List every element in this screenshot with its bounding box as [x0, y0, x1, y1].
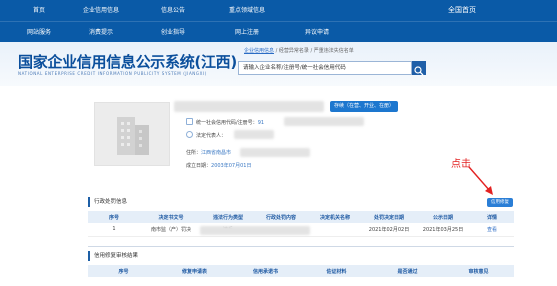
credit-code-row: 统一社会信用代码/注册号：91	[186, 118, 264, 126]
nav-site-services[interactable]: 网站服务	[4, 22, 74, 43]
search-icon	[414, 66, 424, 76]
repair-result-table: 序号 修复申请表 信用承诺书 佐证材料 是否通过 审核意见	[88, 265, 514, 277]
credit-code-value: 91	[257, 120, 265, 126]
status-badge: 存续（在营、开业、在册）	[330, 101, 399, 112]
nav-enterprise-credit[interactable]: 企业信用信息	[66, 0, 136, 21]
col-header: 序号	[88, 211, 140, 223]
nav-announcements[interactable]: 信息公告	[138, 0, 208, 21]
penalty-table-header: 序号 决定书文号 违法行为类型 行政处罚内容 决定机关名称 处罚决定日期 公示日…	[88, 211, 514, 223]
annotation-arrow-icon	[468, 166, 493, 195]
col-header: 详情	[470, 211, 514, 223]
credit-code-label: 统一社会信用代码/注册号：	[196, 120, 258, 126]
col-header: 是否通过	[372, 265, 443, 277]
nav-key-areas[interactable]: 重点领域信息	[212, 0, 282, 21]
established-row: 成立日期：2003年07月01日	[186, 162, 251, 169]
table-cell: 南市监（产）罚决	[140, 223, 202, 237]
penalty-section-title: 行政处罚信息	[88, 197, 127, 207]
address-value: 江西省南昌市	[201, 150, 232, 156]
redacted-legal-rep	[234, 130, 274, 139]
table-cell: 2021年03月25日	[416, 223, 470, 237]
nav-online-registration[interactable]: 网上注册	[212, 22, 282, 43]
search-input[interactable]: 请输入企业名称/注册号/统一社会信用代码	[238, 61, 412, 75]
established-label: 成立日期：	[186, 163, 212, 169]
col-header: 公示日期	[416, 211, 470, 223]
col-header: 审核意见	[443, 265, 514, 277]
nav-national-home[interactable]: 全国首页	[412, 0, 512, 21]
site-title: 国家企业信用信息公示系统(江西)	[18, 53, 237, 71]
site-subtitle: NATIONAL ENTERPRISE CREDIT INFORMATION P…	[18, 71, 207, 76]
breadcrumb-abnormal-list[interactable]: 经营异常名录	[279, 48, 309, 54]
nav-consumer-tips[interactable]: 消费提示	[66, 22, 136, 43]
table-cell: 1	[88, 223, 140, 237]
section-divider	[88, 246, 514, 247]
col-header: 信用承诺书	[230, 265, 301, 277]
repair-result-section-title: 信用修复审核结果	[88, 251, 138, 261]
nav-row-primary: 首页 企业信用信息 信息公告 重点领域信息 全国首页	[0, 0, 557, 21]
person-icon	[186, 131, 193, 138]
breadcrumb: 企业信用信息 / 经营异常名录 / 严重违法失信名单	[244, 47, 354, 54]
col-header: 佐证材料	[301, 265, 372, 277]
legal-rep-row: 法定代表人：	[186, 131, 226, 139]
address-row: 住所：江西省南昌市	[186, 149, 231, 156]
view-details-link[interactable]: 查看	[470, 223, 514, 237]
repair-result-table-header: 序号 修复申请表 信用承诺书 佐证材料 是否通过 审核意见	[88, 265, 514, 277]
col-header: 序号	[88, 265, 159, 277]
building-icon	[117, 117, 149, 155]
credit-repair-button[interactable]: 信用修复	[487, 198, 513, 207]
table-cell: 2021年02月02日	[362, 223, 416, 237]
breadcrumb-serious-violation[interactable]: 严重违法失信名单	[314, 48, 354, 54]
nav-row-secondary: 网站服务 消费提示 创业指导 网上注册 异议申请	[0, 21, 557, 42]
company-info: 存续（在营、开业、在册） 统一社会信用代码/注册号：91 法定代表人： 住所：江…	[94, 98, 514, 186]
table-cell	[308, 223, 362, 237]
col-header: 修复申请表	[159, 265, 230, 277]
nav-home[interactable]: 首页	[4, 0, 74, 21]
col-header: 处罚决定日期	[362, 211, 416, 223]
established-value: 2003年07月01日	[211, 163, 252, 169]
address-label: 住所：	[186, 150, 202, 156]
col-header: 决定机关名称	[308, 211, 362, 223]
col-header: 行政处罚内容	[254, 211, 308, 223]
col-header: 违法行为类型	[202, 211, 254, 223]
nav-objection[interactable]: 异议申请	[282, 22, 352, 43]
col-header: 决定书文号	[140, 211, 202, 223]
legal-rep-label: 法定代表人：	[196, 133, 227, 139]
redacted-address	[240, 148, 310, 157]
redacted-company-name	[174, 101, 324, 112]
top-nav: 首页 企业信用信息 信息公告 重点领域信息 全国首页 网站服务 消费提示 创业指…	[0, 0, 557, 42]
search-button[interactable]	[412, 61, 426, 76]
company-building-image	[94, 102, 170, 166]
redacted-penalty-content	[200, 226, 310, 235]
breadcrumb-enterprise-credit[interactable]: 企业信用信息	[244, 48, 274, 54]
nav-startup-guide[interactable]: 创业指导	[138, 22, 208, 43]
redacted-credit-code	[284, 117, 364, 126]
id-card-icon	[186, 118, 193, 125]
